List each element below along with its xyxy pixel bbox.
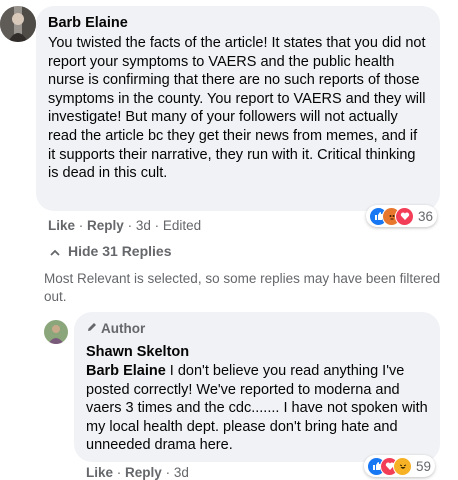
hide-replies-label: Hide 31 Replies: [68, 243, 172, 259]
comment-author-name[interactable]: Barb Elaine: [48, 14, 128, 32]
separator: ·: [165, 465, 171, 480]
author-badge-label: Author: [101, 321, 146, 336]
comment-bubble: Barb Elaine You twisted the facts of the…: [36, 6, 440, 211]
avatar[interactable]: [0, 6, 36, 42]
reply-bubble: Author Shawn Skelton Barb Elaine I don't…: [74, 312, 440, 462]
hide-replies-toggle[interactable]: Hide 31 Replies: [50, 243, 172, 259]
separator: ·: [78, 218, 84, 233]
filter-notice: Most Relevant is selected, so some repli…: [44, 271, 441, 304]
comment-text: You twisted the facts of the article! It…: [48, 35, 426, 182]
separator: ·: [116, 465, 122, 480]
reply-reactions[interactable]: 59: [364, 455, 436, 477]
pencil-icon: [86, 321, 98, 336]
mention-link[interactable]: Barb Elaine: [86, 363, 166, 379]
love-icon: [395, 206, 414, 226]
edited-label: Edited: [162, 218, 202, 233]
author-badge: Author: [86, 321, 145, 336]
haha-icon: [393, 456, 412, 476]
reply-author-name[interactable]: Shawn Skelton: [86, 343, 189, 361]
reply-timestamp[interactable]: 3d: [174, 465, 189, 480]
chevron-up-icon: [50, 243, 60, 259]
comment-timestamp[interactable]: 3d: [136, 218, 151, 233]
reply-button[interactable]: Reply: [125, 465, 162, 480]
separator: ·: [154, 218, 160, 233]
like-button[interactable]: Like: [86, 465, 113, 480]
reaction-count: 36: [418, 208, 434, 224]
reply-actions: Like · Reply · 3d: [86, 465, 189, 480]
reply-button[interactable]: Reply: [87, 218, 124, 233]
comment-actions: Like · Reply · 3d · Edited: [48, 218, 201, 233]
comment-reactions[interactable]: 36: [366, 205, 438, 227]
like-button[interactable]: Like: [48, 218, 75, 233]
reaction-count: 59: [416, 458, 432, 474]
separator: ·: [127, 218, 133, 233]
reply-text: Barb Elaine I don't believe you read any…: [86, 362, 431, 455]
reply-avatar[interactable]: [44, 320, 68, 344]
